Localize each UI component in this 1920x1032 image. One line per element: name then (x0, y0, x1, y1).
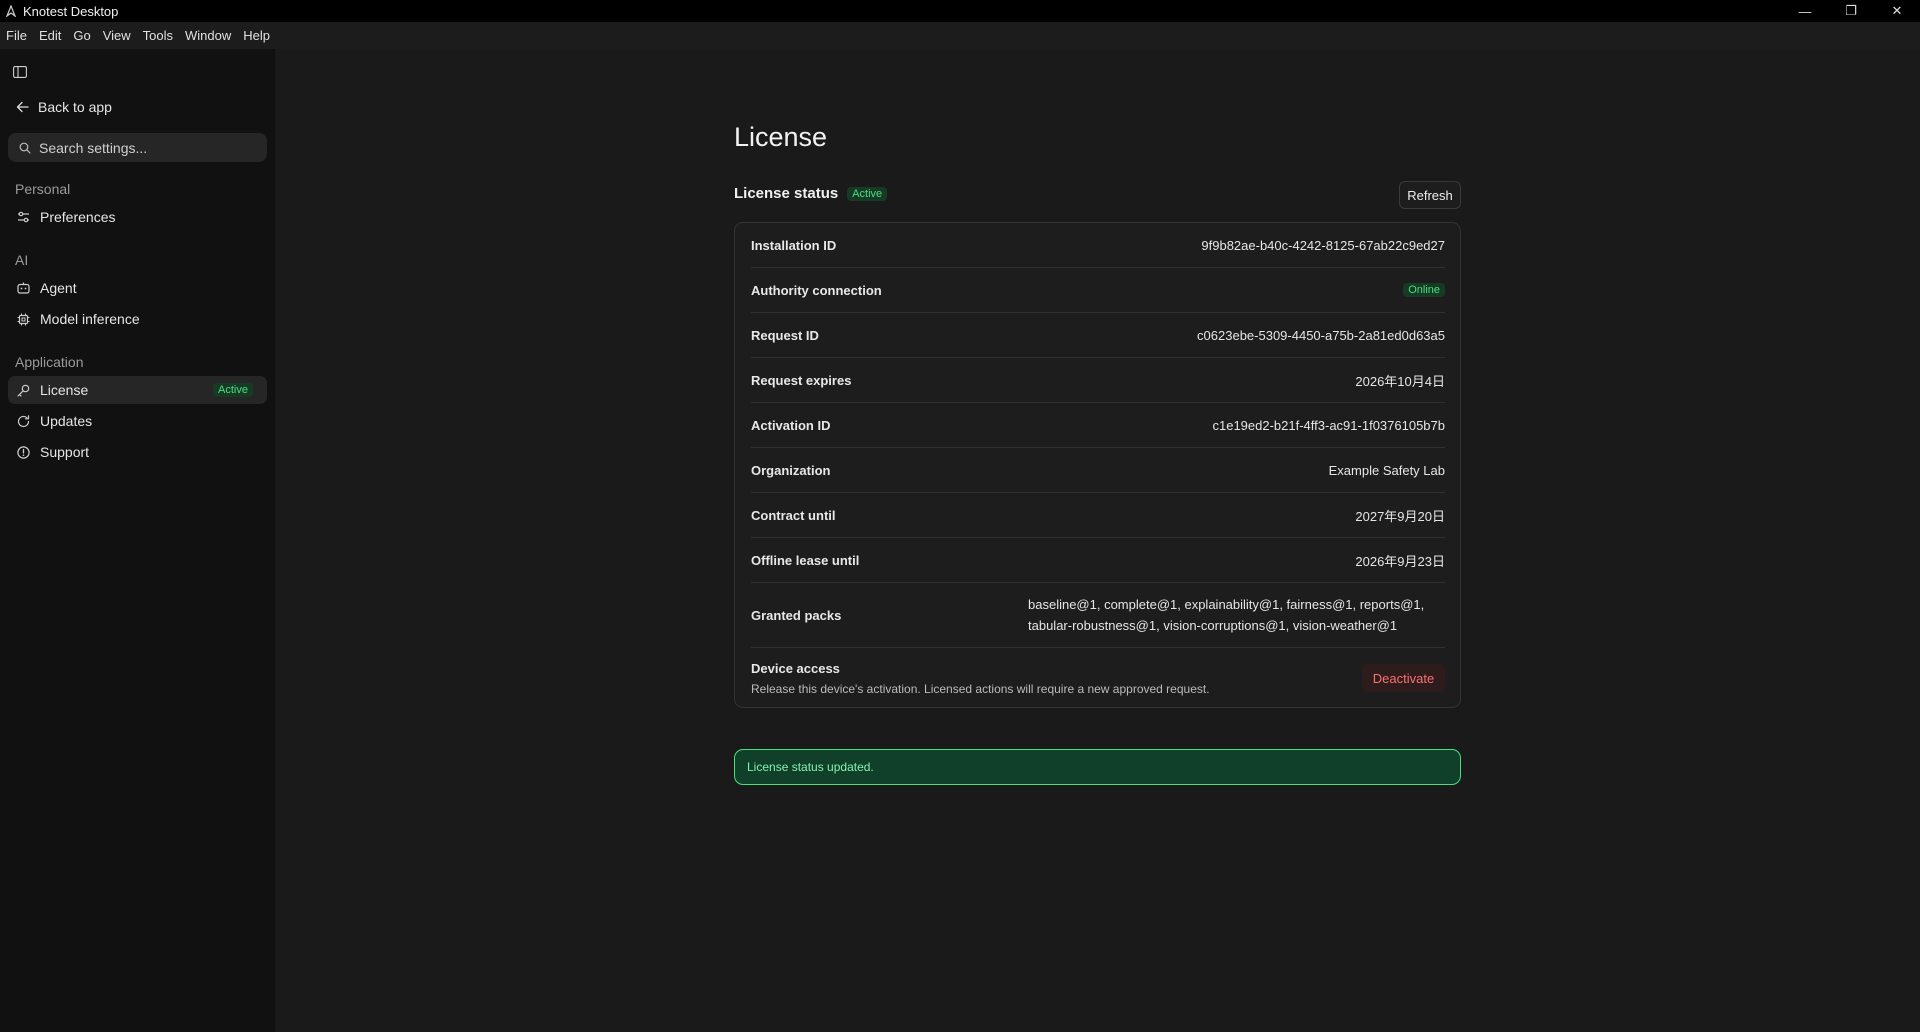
license-details-card: Installation ID 9f9b82ae-b40c-4242-8125-… (734, 222, 1461, 708)
license-status-header: License status Active (734, 185, 888, 202)
row-organization: Organization Example Safety Lab (751, 448, 1445, 493)
sidebar-toggle-icon[interactable] (13, 66, 27, 78)
close-button[interactable]: ✕ (1874, 0, 1920, 22)
menu-edit[interactable]: Edit (39, 28, 67, 43)
row-label: Request ID (751, 327, 819, 343)
row-label: Granted packs (751, 607, 842, 623)
device-access-text: Device access Release this device's acti… (751, 661, 1210, 696)
sidebar-item-updates[interactable]: Updates (8, 407, 267, 435)
page-title: License (734, 122, 828, 152)
row-request-expires: Request expires 2026年10月4日 (751, 358, 1445, 403)
title-bar: Knotest Desktop — ❐ ✕ (0, 0, 1920, 22)
menu-bar: File Edit Go View Tools Window Help (0, 22, 1920, 49)
request-id-value: c0623ebe-5309-4450-a75b-2a81ed0d63a5 (1197, 327, 1445, 343)
request-expires-value: 2026年10月4日 (1355, 373, 1445, 389)
menu-file[interactable]: File (6, 28, 33, 43)
section-application: Application (15, 354, 84, 370)
sidebar-item-label: License (40, 382, 89, 398)
device-access-description: Release this device's activation. Licens… (751, 681, 1210, 696)
row-authority-connection: Authority connection Online (751, 268, 1445, 313)
refresh-button[interactable]: Refresh (1399, 181, 1461, 209)
bot-icon (17, 282, 30, 294)
refresh-icon (17, 414, 30, 427)
sidebar-item-label: Support (40, 444, 90, 460)
row-label: Contract until (751, 507, 836, 523)
activation-id-value: c1e19ed2-b21f-4ff3-ac91-1f0376105b7b (1212, 417, 1445, 433)
menu-window[interactable]: Window (185, 28, 237, 43)
contract-until-value: 2027年9月20日 (1355, 508, 1445, 524)
granted-packs-value: baseline@1, complete@1, explainability@1… (1028, 597, 1425, 633)
row-activation-id: Activation ID c1e19ed2-b21f-4ff3-ac91-1f… (751, 403, 1445, 448)
row-device-access: Device access Release this device's acti… (751, 648, 1445, 708)
sidebar-item-label: Model inference (40, 311, 140, 327)
sidebar-item-label: Preferences (40, 209, 116, 225)
sliders-icon (18, 211, 29, 223)
back-to-app-label: Back to app (38, 99, 112, 115)
menu-go[interactable]: Go (73, 28, 96, 43)
row-label: Offline lease until (751, 552, 860, 568)
deactivate-button[interactable]: Deactivate (1362, 664, 1445, 692)
status-badge: Active (847, 186, 888, 201)
menu-view[interactable]: View (103, 28, 137, 43)
info-circle-icon (17, 445, 30, 459)
row-label: Organization (751, 462, 831, 478)
sidebar-item-license[interactable]: License Active (8, 376, 267, 404)
sidebar-item-preferences[interactable]: Preferences (8, 203, 267, 231)
row-request-id: Request ID c0623ebe-5309-4450-a75b-2a81e… (751, 313, 1445, 358)
offline-lease-value: 2026年9月23日 (1355, 553, 1445, 569)
menu-help[interactable]: Help (243, 28, 276, 43)
main-content: License License status Active Refresh In… (275, 49, 1920, 1032)
sidebar-item-label: Updates (40, 413, 93, 429)
sidebar-item-model-inference[interactable]: Model inference (8, 305, 267, 333)
search-icon (19, 142, 31, 154)
restore-button[interactable]: ❐ (1828, 0, 1874, 22)
status-toast: License status updated. (734, 749, 1461, 785)
device-access-label: Device access (751, 660, 840, 676)
sidebar-item-support[interactable]: Support (8, 438, 267, 466)
section-personal: Personal (15, 181, 71, 197)
license-status-title: License status (734, 185, 839, 202)
sidebar-item-agent[interactable]: Agent (8, 274, 267, 302)
row-label: Activation ID (751, 417, 831, 433)
online-badge: Online (1403, 283, 1445, 297)
app-logo-icon (5, 5, 17, 17)
window-title: Knotest Desktop (23, 3, 119, 19)
installation-id-value: 9f9b82ae-b40c-4242-8125-67ab22c9ed27 (1201, 237, 1445, 253)
settings-sidebar: Back to app Personal Preferences AI Agen… (0, 49, 275, 1032)
row-label: Installation ID (751, 237, 837, 253)
search-input[interactable] (39, 139, 249, 156)
key-icon (17, 384, 30, 397)
arrow-left-icon (16, 101, 29, 113)
back-to-app-link[interactable]: Back to app (16, 99, 112, 115)
license-active-badge: Active (213, 383, 253, 397)
row-label: Authority connection (751, 282, 882, 298)
row-installation-id: Installation ID 9f9b82ae-b40c-4242-8125-… (751, 223, 1445, 268)
menu-tools[interactable]: Tools (143, 28, 179, 43)
row-granted-packs: Granted packs baseline@1, complete@1, ex… (751, 583, 1445, 648)
section-ai: AI (15, 252, 29, 268)
row-contract-until: Contract until 2027年9月20日 (751, 493, 1445, 538)
chip-icon (17, 313, 30, 325)
organization-value: Example Safety Lab (1328, 462, 1445, 478)
window-controls: — ❐ ✕ (1782, 0, 1920, 22)
minimize-button[interactable]: — (1782, 0, 1828, 22)
search-box[interactable] (8, 133, 267, 162)
row-label: Request expires (751, 372, 852, 388)
row-offline-lease: Offline lease until 2026年9月23日 (751, 538, 1445, 583)
sidebar-item-label: Agent (40, 280, 77, 296)
